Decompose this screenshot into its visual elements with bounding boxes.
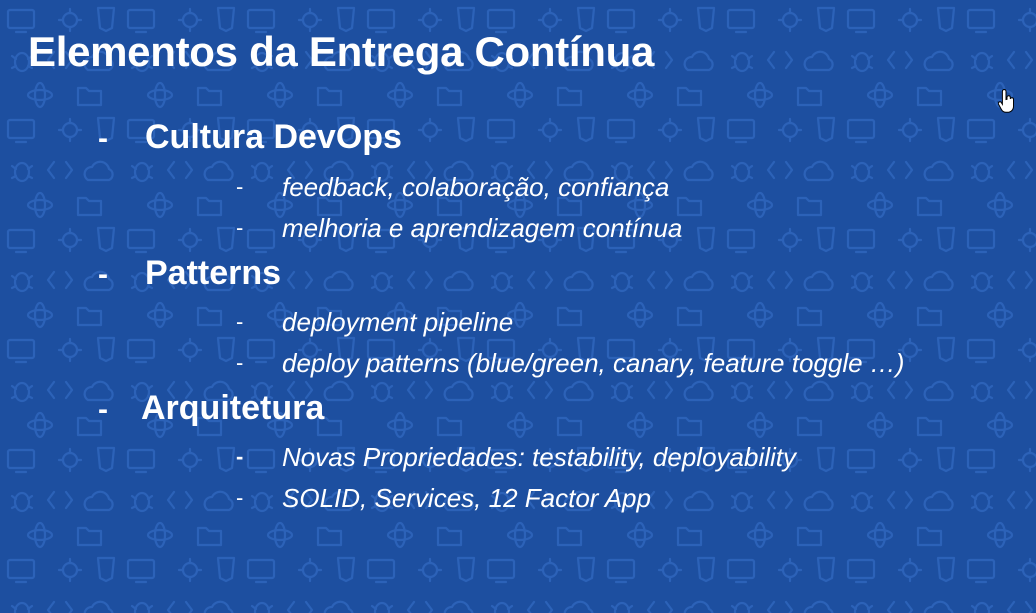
section-bullet: - <box>98 258 108 291</box>
section-bullet: - <box>98 393 108 426</box>
sub-bullet: - <box>236 215 244 240</box>
hand-pointer-cursor-icon <box>998 89 1014 113</box>
sub-bullet: - <box>236 350 244 375</box>
sub-item: Novas Propriedades: testability, deploya… <box>282 442 797 472</box>
slide-title: Elementos da Entrega Contínua <box>28 28 655 75</box>
section-heading-arquitetura: Arquitetura <box>141 389 325 427</box>
section-heading-patterns: Patterns <box>145 254 282 292</box>
slide: Elementos da Entrega Contínua - Cultura … <box>0 0 1036 613</box>
sub-item: melhoria e aprendizagem contínua <box>282 213 683 243</box>
sub-item: deployment pipeline <box>282 307 514 337</box>
sub-bullet: - <box>236 485 244 510</box>
sub-item: deploy patterns (blue/green, canary, fea… <box>282 348 905 378</box>
sub-bullet: - <box>236 309 244 334</box>
section-heading-cultura-devops: Cultura DevOps <box>145 118 402 156</box>
sub-item: SOLID, Services, 12 Factor App <box>282 483 651 513</box>
sub-bullet: - <box>236 444 244 469</box>
sub-bullet: - <box>236 174 244 199</box>
sub-item: feedback, colaboração, confiança <box>282 172 670 202</box>
section-bullet: - <box>98 122 108 155</box>
